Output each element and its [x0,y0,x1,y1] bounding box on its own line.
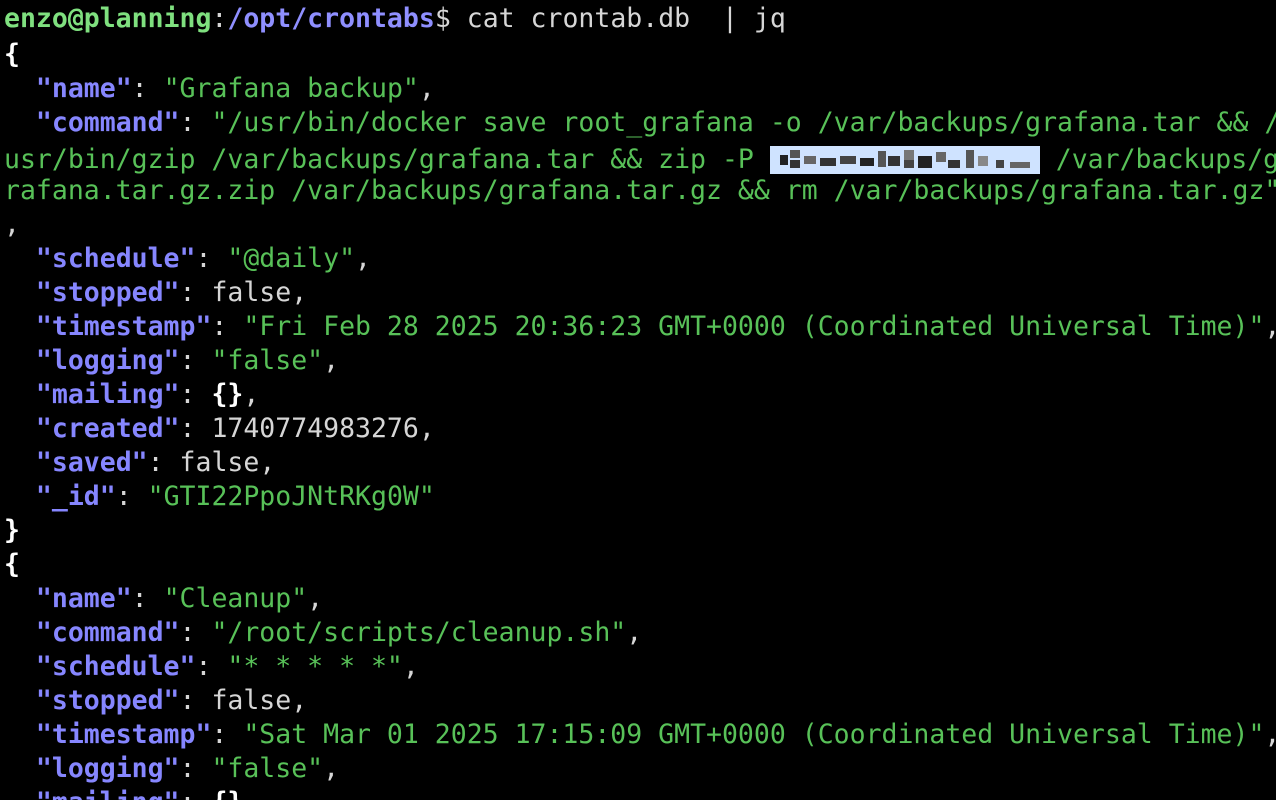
redacted-password-selection[interactable] [769,146,1040,174]
json-string-value: "Sat Mar 01 2025 17:15:09 GMT+0000 (Coor… [243,719,1265,750]
job1-command-wrap-2: rafana.tar.gz.zip /var/backups/grafana.t… [4,175,1276,206]
prompt-cwd: /opt/crontabs [227,3,435,34]
json-key: "name" [35,583,132,614]
job1-command-line: "command": "/usr/bin/docker save root_gr… [4,106,1276,140]
job1-timestamp-line: "timestamp": "Fri Feb 28 2025 20:36:23 G… [35,311,1276,342]
job2-schedule-line: "schedule": "* * * * *", [35,651,419,682]
json-key: "schedule" [35,651,196,682]
json-string-value: "false" [211,753,324,784]
typed-command[interactable]: cat crontab.db | jq [451,3,786,34]
job2-name-line: "name": "Cleanup", [35,583,324,614]
json-key: "command" [35,617,180,648]
job1-created-line: "created": 1740774983276, [35,413,435,444]
job1-mailing-line: "mailing": {}, [35,379,260,410]
job2-timestamp-line: "timestamp": "Sat Mar 01 2025 17:15:09 G… [35,719,1276,750]
json-number-value: 1740774983276 [211,413,419,444]
json-string-value: "* * * * *" [227,651,403,682]
json-key: "name" [35,73,132,104]
shell-prompt-line: enzo@planning:/opt/crontabs$ cat crontab… [4,2,786,36]
json-string-value: "GTI22PpoJNtRKg0W" [147,481,435,512]
job2-stopped-line: "stopped": false, [35,685,308,716]
json-open-brace: { [4,549,20,580]
job2-command-line: "command": "/root/scripts/cleanup.sh", [35,617,643,648]
json-string-value: "false" [211,345,324,376]
json-string-value: "Cleanup" [163,583,308,614]
prompt-symbol: $ [434,3,451,34]
json-key: "stopped" [35,685,180,716]
terminal-window[interactable]: ‾‾ ‾ ‾ enzo@planning:/opt/crontabs$ cat … [0,0,1276,800]
job1-saved-line: "saved": false, [35,447,276,478]
json-key: "logging" [35,345,180,376]
json-key: "command" [35,107,180,138]
job1-schedule-line: "schedule": "@daily", [35,243,371,274]
job2-logging-line: "logging": "false", [35,753,340,784]
json-key: "saved" [35,447,148,478]
json-key: "mailing" [35,379,180,410]
json-key: "logging" [35,753,180,784]
json-string-value: "Fri Feb 28 2025 20:36:23 GMT+0000 (Coor… [243,311,1265,342]
json-key: "created" [35,413,180,444]
json-key: "timestamp" [35,311,212,342]
json-open-brace: { [4,39,20,70]
json-key: "mailing" [36,787,180,800]
prompt-separator: : [211,3,228,34]
json-key: "_id" [35,481,116,512]
json-string-value: "/usr/bin/docker save root_grafana -o /v… [211,107,1276,138]
json-string-value: "/root/scripts/cleanup.sh" [211,617,627,648]
job1-command-wrap-1: usr/bin/gzip /var/backups/grafana.tar &&… [4,144,1276,175]
json-key: "stopped" [35,277,180,308]
json-string-value: "@daily" [227,243,356,274]
json-literal-value: false [211,685,292,716]
json-string-value: "Grafana backup" [163,73,419,104]
job2-mailing-line: "mailing": {} [4,786,243,800]
json-key: "timestamp" [35,719,212,750]
json-literal-value: false [179,447,260,478]
json-object-value: {} [211,787,243,800]
job1-stopped-line: "stopped": false, [35,277,308,308]
job1-name-line: "name": "Grafana backup", [35,73,435,104]
json-key: "schedule" [35,243,196,274]
json-literal-value: false [211,277,292,308]
prompt-user-host: enzo@planning [4,3,212,34]
json-close-brace: } [4,515,20,546]
job1-command-wrap-3: , [4,209,20,240]
job1-logging-line: "logging": "false", [35,345,340,376]
json-object-value: {} [211,379,244,410]
job1-id-line: "_id": "GTI22PpoJNtRKg0W" [35,481,435,512]
